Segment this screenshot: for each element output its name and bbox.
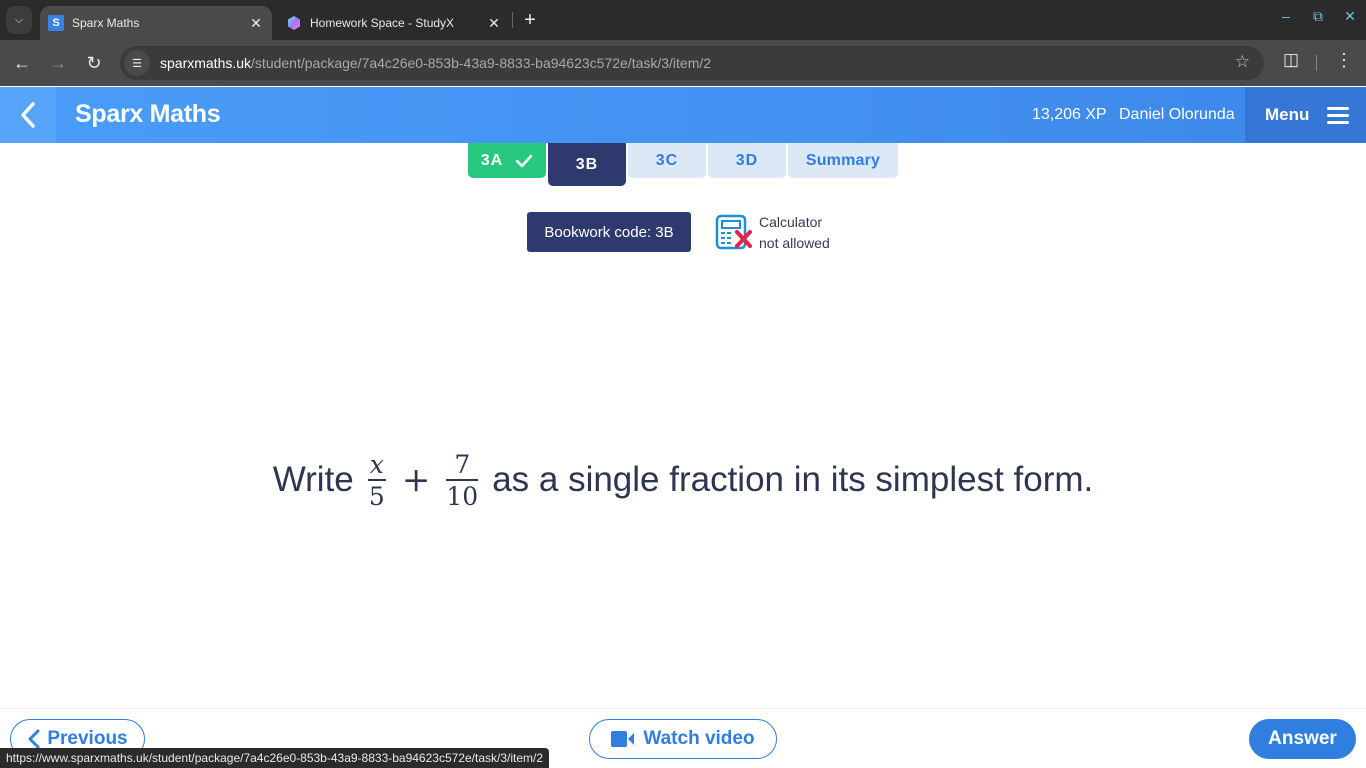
fraction-denominator: 5: [368, 481, 385, 511]
task-tab-summary[interactable]: Summary: [788, 143, 898, 178]
app-header: Sparx Maths 13,206 XP Daniel Olorunda Me…: [0, 87, 1366, 143]
address-bar[interactable]: ☰ sparxmaths.uk/student/package/7a4c26e0…: [120, 46, 1264, 80]
restore-icon[interactable]: ⧉: [1308, 8, 1328, 25]
browser-tab-strip: ⌵ S Sparx Maths ✕ Homework Space - Study…: [0, 0, 1366, 40]
minimize-icon[interactable]: –: [1276, 8, 1296, 24]
task-tabs: 3A 3B 3C 3D Summary: [468, 143, 900, 187]
bookwork-code-badge: Bookwork code: 3B: [527, 212, 691, 252]
previous-label: Previous: [47, 728, 128, 749]
calculator-not-allowed-icon: [715, 214, 752, 250]
footer-divider: [0, 708, 1366, 709]
toolbar-divider: [1316, 55, 1317, 71]
tab-title: Homework Space - StudyX: [310, 16, 455, 30]
watch-video-label: Watch video: [643, 728, 755, 749]
task-tab-label: 3D: [735, 151, 759, 169]
task-tab-3a[interactable]: 3A: [468, 143, 546, 178]
tab-search-button[interactable]: ⌵: [6, 6, 32, 34]
app-back-button[interactable]: [0, 87, 56, 143]
bookmark-star-icon[interactable]: ☆: [1235, 52, 1250, 72]
site-info-icon[interactable]: ☰: [124, 50, 150, 76]
plus-operator: +: [401, 460, 431, 501]
task-tab-label: Summary: [805, 151, 881, 169]
url-host: sparxmaths.uk: [160, 55, 252, 71]
chevron-down-icon: ⌵: [14, 13, 24, 26]
link-status-bar: https://www.sparxmaths.uk/student/packag…: [0, 748, 550, 768]
chevron-left-icon: [28, 729, 40, 749]
close-window-icon[interactable]: ✕: [1340, 8, 1360, 25]
watch-video-button[interactable]: Watch video: [589, 719, 777, 759]
kebab-menu-icon[interactable]: ⋮: [1334, 50, 1354, 71]
sparx-favicon-icon: S: [48, 15, 64, 31]
browser-tab-sparx[interactable]: S Sparx Maths ✕: [40, 6, 272, 40]
hamburger-icon: [1327, 103, 1350, 128]
fraction-7-over-10: 7 10: [446, 450, 479, 511]
menu-label: Menu: [1265, 105, 1310, 124]
calculator-status: Calculator not allowed: [759, 212, 830, 254]
question-suffix: as a single fraction in its simplest for…: [492, 460, 1094, 500]
fraction-numerator: x: [369, 450, 384, 479]
chevron-left-icon: [21, 102, 35, 128]
task-tab-3b[interactable]: 3B: [548, 143, 626, 186]
studyx-favicon-icon: [288, 16, 300, 30]
task-tab-3c[interactable]: 3C: [628, 143, 706, 178]
url-path: /student/package/7a4c26e0-853b-43a9-8833…: [251, 55, 712, 71]
calculator-status-line1: Calculator: [759, 214, 823, 230]
close-tab-icon[interactable]: ✕: [246, 15, 266, 32]
reload-icon[interactable]: ↻: [82, 51, 106, 75]
task-tab-3d[interactable]: 3D: [708, 143, 786, 178]
task-tab-label: 3C: [655, 151, 679, 169]
video-camera-icon: [611, 731, 635, 747]
new-tab-button[interactable]: +: [520, 8, 540, 32]
browser-toolbar: ← → ↻ ☰ sparxmaths.uk/student/package/7a…: [0, 40, 1366, 86]
forward-arrow-icon[interactable]: →: [46, 51, 70, 75]
back-arrow-icon[interactable]: ←: [10, 51, 34, 75]
fraction-numerator: 7: [454, 450, 471, 479]
menu-button[interactable]: Menu: [1245, 87, 1366, 143]
task-tab-label: 3A: [480, 151, 504, 169]
checkmark-icon: [515, 154, 533, 167]
fraction-x-over-5: x 5: [367, 450, 386, 511]
close-tab-icon[interactable]: ✕: [484, 15, 504, 32]
extensions-puzzle-icon[interactable]: ◫: [1279, 50, 1303, 70]
answer-label: Answer: [1268, 728, 1337, 749]
tab-divider: [512, 12, 513, 28]
answer-button[interactable]: Answer: [1249, 719, 1356, 759]
task-tab-label: 3B: [575, 155, 599, 173]
browser-tab-studyx[interactable]: Homework Space - StudyX ✕: [278, 6, 510, 40]
url-text[interactable]: sparxmaths.uk/student/package/7a4c26e0-8…: [160, 55, 711, 71]
tab-title: Sparx Maths: [72, 16, 140, 30]
user-name: Daniel Olorunda: [1119, 106, 1235, 123]
xp-count: 13,206 XP: [1032, 106, 1107, 123]
fraction-denominator: 10: [446, 481, 479, 511]
calculator-status-line2: not allowed: [759, 235, 830, 251]
question-text: Write x 5 + 7 10 as a single fraction in…: [0, 452, 1366, 509]
app-brand: Sparx Maths: [75, 100, 221, 128]
question-prefix: Write: [272, 460, 354, 500]
